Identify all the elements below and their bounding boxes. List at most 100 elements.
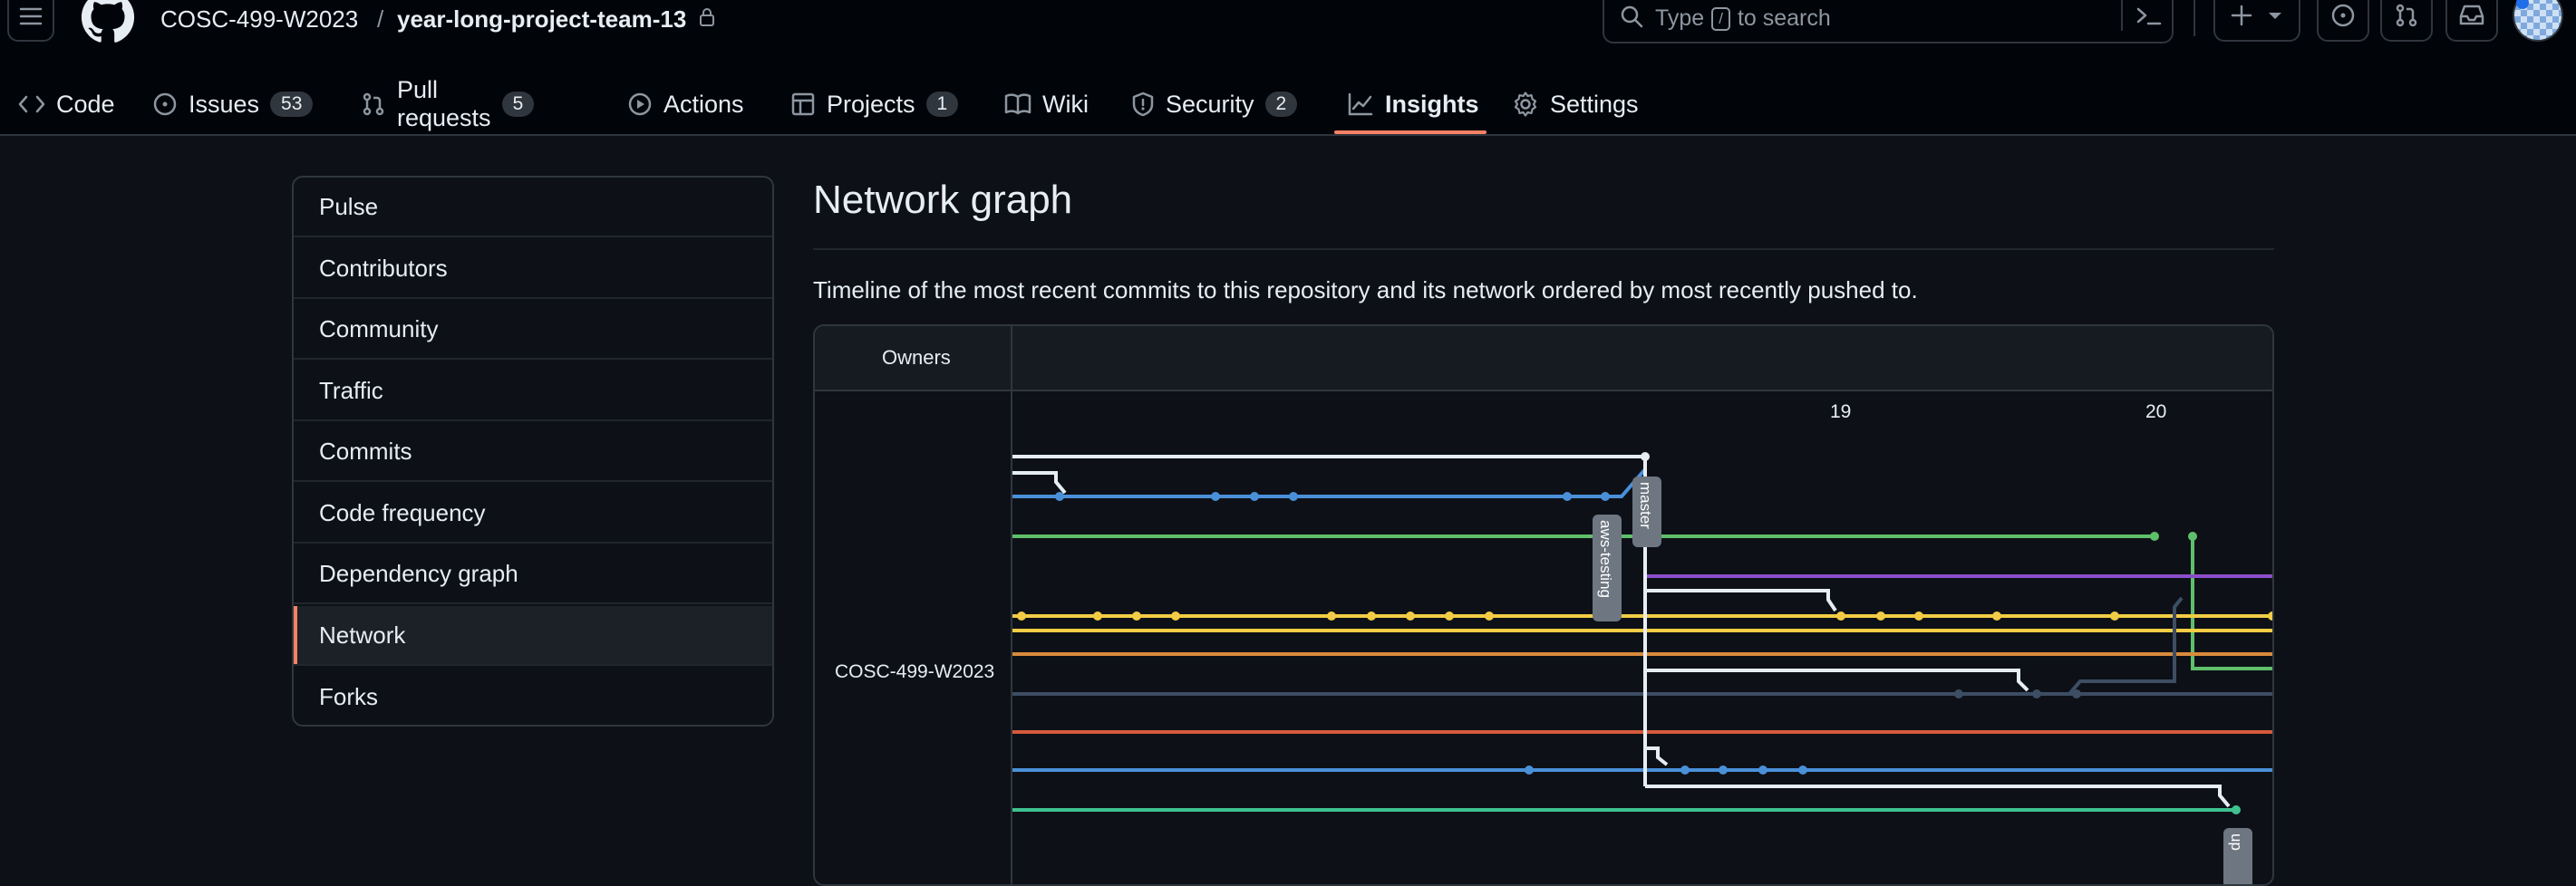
sidebar-item-traffic[interactable]: Traffic	[294, 361, 772, 421]
branch-line-green-end	[2191, 536, 2272, 670]
hamburger-icon	[19, 7, 43, 25]
commit-dot[interactable]	[1876, 612, 1885, 621]
commit-dot[interactable]	[2110, 612, 2119, 621]
tab-label: Issues	[189, 90, 260, 118]
network-graph-canvas[interactable]: 19 20 master aws-testing up	[815, 326, 2274, 886]
sidebar-item-pulse[interactable]: Pulse	[294, 178, 772, 237]
tab-label: Code	[56, 90, 115, 118]
tab-issues[interactable]: Issues 53	[152, 74, 314, 134]
sidebar-item-label: Forks	[319, 682, 378, 710]
branch-label-up[interactable]: up	[2223, 828, 2252, 886]
code-icon	[18, 95, 45, 113]
sidebar-item-label: Code frequency	[319, 498, 486, 526]
commit-dot[interactable]	[1836, 612, 1845, 621]
commit-dot[interactable]	[1445, 612, 1454, 621]
tab-actions[interactable]: Actions	[627, 74, 744, 134]
insights-sidebar: Pulse Contributors Community Traffic Com…	[292, 176, 774, 727]
triangle-down-icon	[2269, 13, 2281, 19]
commit-dot[interactable]	[1211, 492, 1220, 501]
tab-pull-requests[interactable]: Pull requests 5	[361, 74, 535, 134]
commit-dot[interactable]	[1289, 492, 1298, 501]
commit-dot[interactable]	[1914, 612, 1923, 621]
commit-dot[interactable]	[1132, 612, 1141, 621]
search-input[interactable]: Type / to search	[1603, 0, 2174, 43]
network-graph[interactable]: Owners COSC-499-W2023 19 20 master aws-t…	[813, 324, 2274, 886]
breadcrumb-separator: /	[377, 5, 384, 33]
commit-dot[interactable]	[2188, 532, 2197, 541]
branch-label-text: up	[2228, 833, 2245, 851]
tab-wiki[interactable]: Wiki	[1004, 74, 1089, 134]
commit-dot[interactable]	[1017, 612, 1026, 621]
pull-requests-button[interactable]	[2380, 0, 2433, 42]
create-new-button[interactable]	[2213, 0, 2300, 42]
commit-dot[interactable]	[1601, 492, 1610, 501]
commit-dot[interactable]	[1954, 689, 1963, 698]
plus-icon	[2231, 5, 2252, 26]
commit-dot[interactable]	[1093, 612, 1102, 621]
issues-button[interactable]	[2317, 0, 2369, 42]
search-divider	[2121, 0, 2123, 31]
active-tab-underline	[1334, 130, 1487, 134]
command-palette-icon[interactable]	[2135, 4, 2163, 29]
tab-label: Projects	[827, 90, 915, 118]
sidebar-item-label: Commits	[319, 437, 412, 465]
graph-icon	[1348, 92, 1373, 116]
tab-label: Pull requests	[397, 76, 491, 131]
repo-owner-link[interactable]: COSC-499-W2023	[160, 5, 358, 34]
commit-dot[interactable]	[1758, 766, 1767, 775]
commit-dot[interactable]	[1250, 492, 1259, 501]
tab-projects[interactable]: Projects 1	[790, 74, 959, 134]
sidebar-item-contributors[interactable]: Contributors	[294, 239, 772, 299]
title-divider	[813, 248, 2274, 250]
commit-dot[interactable]	[1485, 612, 1494, 621]
menu-button[interactable]	[7, 0, 54, 42]
commit-dot[interactable]	[1992, 612, 2001, 621]
git-pull-request-icon	[2396, 4, 2417, 27]
branch-off	[1645, 669, 2029, 692]
issue-icon	[153, 92, 177, 116]
tab-insights[interactable]: Insights	[1347, 74, 1479, 134]
branch-off	[1645, 746, 1669, 766]
commit-dot[interactable]	[1719, 766, 1728, 775]
commit-dot[interactable]	[1798, 766, 1807, 775]
branch-label-aws-testing[interactable]: aws-testing	[1593, 515, 1622, 621]
commit-dot[interactable]	[2072, 689, 2081, 698]
sidebar-item-code-frequency[interactable]: Code frequency	[294, 484, 772, 544]
commit-dot[interactable]	[2268, 612, 2274, 621]
page-title: Network graph	[813, 178, 1073, 222]
commit-dot[interactable]	[2232, 805, 2241, 814]
sidebar-item-network[interactable]: Network	[294, 606, 772, 666]
search-icon	[1621, 5, 1643, 28]
commit-dot[interactable]	[1563, 492, 1572, 501]
date-label: 19	[1830, 401, 1851, 422]
commit-dot[interactable]	[1406, 612, 1415, 621]
sidebar-item-label: Community	[319, 314, 439, 342]
commit-dot[interactable]	[2150, 532, 2159, 541]
branch-label-master[interactable]: master	[1632, 477, 1661, 547]
sidebar-item-community[interactable]: Community	[294, 300, 772, 360]
tab-label: Actions	[663, 90, 744, 118]
commit-dot[interactable]	[1055, 492, 1064, 501]
sidebar-item-label: Contributors	[319, 254, 448, 282]
inbox-icon	[2459, 5, 2484, 25]
tab-code[interactable]: Code	[18, 74, 115, 134]
repo-name-link[interactable]: year-long-project-team-13	[397, 5, 686, 34]
sidebar-item-forks[interactable]: Forks	[294, 667, 772, 725]
tab-security[interactable]: Security 2	[1131, 74, 1298, 134]
commit-dot[interactable]	[2032, 689, 2041, 698]
commit-dot[interactable]	[1171, 612, 1180, 621]
branch-line-slate-up	[2068, 596, 2184, 696]
sidebar-item-commits[interactable]: Commits	[294, 422, 772, 482]
sidebar-item-dependency-graph[interactable]: Dependency graph	[294, 544, 772, 604]
search-placeholder-prefix: Type	[1655, 5, 1705, 31]
commit-dot[interactable]	[1327, 612, 1336, 621]
commit-dot[interactable]	[1641, 452, 1650, 461]
commit-dot[interactable]	[1525, 766, 1534, 775]
tab-settings[interactable]: Settings	[1512, 74, 1639, 134]
branch-off	[1645, 785, 2231, 808]
top-bar: COSC-499-W2023 / year-long-project-team-…	[0, 0, 2576, 45]
commit-dot[interactable]	[1680, 766, 1690, 775]
commit-dot[interactable]	[1367, 612, 1376, 621]
inbox-button[interactable]	[2445, 0, 2498, 42]
github-logo-icon[interactable]	[80, 0, 136, 45]
